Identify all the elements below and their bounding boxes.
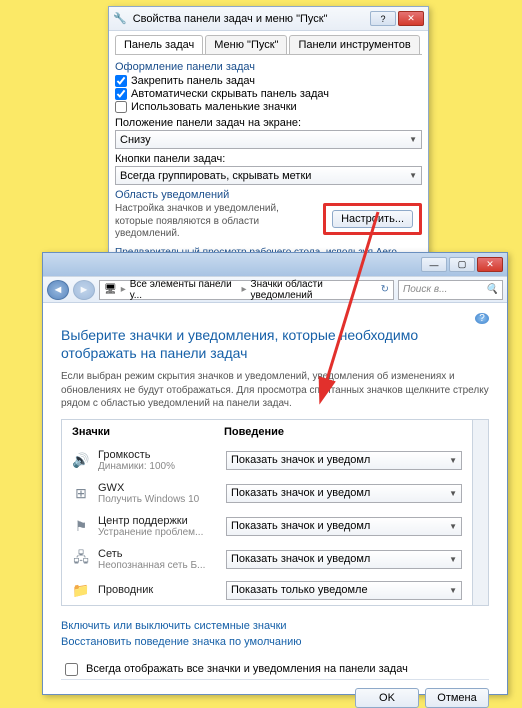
search-input[interactable]: Поиск в... 🔍 [398, 280, 503, 300]
list-item: ⊞ GWX Получить Windows 10 Показать значо… [62, 477, 472, 510]
chevron-down-icon: ▼ [449, 555, 457, 564]
tab-taskbar[interactable]: Панель задач [115, 35, 203, 54]
page-heading: Выберите значки и уведомления, которые н… [61, 326, 489, 362]
close-button[interactable]: ✕ [398, 11, 424, 26]
tab-start-menu[interactable]: Меню "Пуск" [205, 35, 287, 54]
lock-taskbar-label: Закрепить панель задач [131, 75, 255, 87]
search-placeholder: Поиск в... [403, 284, 447, 295]
item-name: Громкость [98, 449, 218, 461]
position-label: Положение панели задач на экране: [115, 117, 422, 129]
behavior-value: Показать значок и уведомл [231, 487, 370, 499]
small-icons-checkbox[interactable] [115, 101, 127, 113]
app-icon: 🔧 [113, 12, 127, 25]
chevron-down-icon: ▼ [449, 489, 457, 498]
list-item: 🔊 Громкость Динамики: 100% Показать знач… [62, 444, 472, 477]
close-button[interactable]: ✕ [477, 257, 503, 272]
item-name: Центр поддержки [98, 515, 218, 527]
tab-toolbars[interactable]: Панели инструментов [289, 35, 419, 54]
item-sub: Получить Windows 10 [98, 494, 218, 505]
item-sub: Устранение проблем... [98, 527, 218, 538]
help-button[interactable]: ? [370, 11, 396, 26]
configure-highlight: Настроить... [323, 203, 422, 235]
toggle-system-icons-link[interactable]: Включить или выключить системные значки [61, 620, 489, 632]
chevron-down-icon: ▼ [409, 171, 417, 180]
titlebar[interactable]: — ▢ ✕ [43, 253, 507, 277]
forward-button[interactable]: ► [73, 280, 95, 300]
chevron-down-icon: ▼ [449, 586, 457, 595]
lock-taskbar-row[interactable]: Закрепить панель задач [115, 75, 422, 87]
cancel-button[interactable]: Отмена [425, 688, 489, 708]
list-item: ⚑ Центр поддержки Устранение проблем... … [62, 510, 472, 543]
notification-icons-window: — ▢ ✕ ◄ ► 🖥 ▸ Все элементы панели у... ▸… [42, 252, 508, 695]
titlebar[interactable]: 🔧 Свойства панели задач и меню "Пуск" ? … [109, 7, 428, 31]
buttons-label: Кнопки панели задач: [115, 153, 422, 165]
minimize-button[interactable]: — [421, 257, 447, 272]
buttons-combo[interactable]: Всегда группировать, скрывать метки ▼ [115, 166, 422, 185]
notification-description: Настройка значков и уведомлений, которые… [115, 203, 317, 241]
tab-strip: Панель задач Меню "Пуск" Панели инструме… [115, 35, 422, 55]
always-show-label: Всегда отображать все значки и уведомлен… [86, 663, 408, 675]
behavior-combo[interactable]: Показать только уведомле ▼ [226, 581, 462, 600]
buttons-value: Всегда группировать, скрывать метки [120, 170, 311, 182]
item-name: Сеть [98, 548, 218, 560]
explorer-icon: 📁 [72, 581, 90, 599]
maximize-button[interactable]: ▢ [449, 257, 475, 272]
autohide-row[interactable]: Автоматически скрывать панель задач [115, 88, 422, 100]
breadcrumb-part[interactable]: Все элементы панели у... [130, 279, 238, 301]
gwx-icon: ⊞ [72, 484, 90, 502]
behavior-combo[interactable]: Показать значок и уведомл ▼ [226, 451, 462, 470]
autohide-label: Автоматически скрывать панель задач [131, 88, 329, 100]
item-sub: Неопознанная сеть Б... [98, 560, 218, 571]
small-icons-label: Использовать маленькие значки [131, 101, 297, 113]
behavior-value: Показать значок и уведомл [231, 520, 370, 532]
restore-defaults-link[interactable]: Восстановить поведение значка по умолчан… [61, 636, 489, 648]
page-description: Если выбран режим скрытия значков и увед… [61, 370, 489, 411]
chevron-down-icon: ▼ [449, 522, 457, 531]
list-item: 📁 Проводник Показать только уведомле ▼ [62, 576, 472, 605]
breadcrumb-part[interactable]: Значки области уведомлений [251, 279, 377, 301]
back-button[interactable]: ◄ [47, 280, 69, 300]
ok-button[interactable]: OK [355, 688, 419, 708]
network-icon: 🖧 [72, 550, 90, 568]
chevron-down-icon: ▼ [449, 456, 457, 465]
behavior-combo[interactable]: Показать значок и уведомл ▼ [226, 517, 462, 536]
list-item: 🖧 Сеть Неопознанная сеть Б... Показать з… [62, 543, 472, 576]
autohide-checkbox[interactable] [115, 88, 127, 100]
breadcrumb[interactable]: 🖥 ▸ Все элементы панели у... ▸ Значки об… [99, 280, 394, 300]
toolbar: ◄ ► 🖥 ▸ Все элементы панели у... ▸ Значк… [43, 277, 507, 303]
item-name: GWX [98, 482, 218, 494]
control-panel-icon: 🖥 [104, 284, 117, 295]
taskbar-properties-window: 🔧 Свойства панели задач и меню "Пуск" ? … [108, 6, 429, 276]
position-value: Снизу [120, 134, 151, 146]
behavior-value: Показать только уведомле [231, 584, 368, 596]
help-icon[interactable]: ? [475, 313, 489, 324]
icons-list: Значки Поведение 🔊 Громкость Динамики: 1… [61, 419, 489, 606]
behavior-value: Показать значок и уведомл [231, 553, 370, 565]
notification-area-label: Область уведомлений [115, 189, 422, 201]
action-center-icon: ⚑ [72, 517, 90, 535]
small-icons-row[interactable]: Использовать маленькие значки [115, 101, 422, 113]
search-icon: 🔍 [486, 284, 498, 295]
behavior-combo[interactable]: Показать значок и уведомл ▼ [226, 484, 462, 503]
volume-icon: 🔊 [72, 451, 90, 469]
chevron-down-icon: ▼ [409, 135, 417, 144]
configure-button[interactable]: Настроить... [332, 210, 413, 228]
item-sub: Динамики: 100% [98, 461, 218, 472]
section-design-label: Оформление панели задач [115, 61, 422, 73]
behavior-value: Показать значок и уведомл [231, 454, 370, 466]
scrollbar[interactable] [472, 420, 488, 605]
item-name: Проводник [98, 584, 218, 596]
always-show-checkbox[interactable] [65, 663, 78, 676]
always-show-row[interactable]: Всегда отображать все значки и уведомлен… [61, 660, 489, 679]
behavior-combo[interactable]: Показать значок и уведомл ▼ [226, 550, 462, 569]
column-icons: Значки [72, 426, 224, 438]
lock-taskbar-checkbox[interactable] [115, 75, 127, 87]
window-title: Свойства панели задач и меню "Пуск" [133, 13, 328, 25]
refresh-icon[interactable]: ↻ [381, 284, 389, 295]
column-behavior: Поведение [224, 426, 284, 438]
position-combo[interactable]: Снизу ▼ [115, 130, 422, 149]
